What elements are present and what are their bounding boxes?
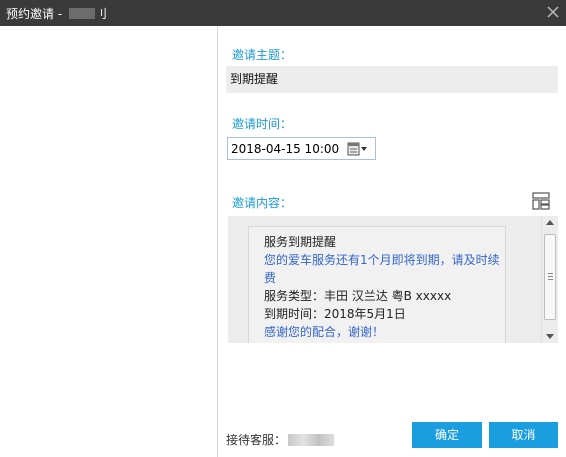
window-title-text: 预约邀请 - xyxy=(6,7,66,21)
scroll-down-arrow-icon[interactable] xyxy=(546,334,554,339)
content-label: 邀请内容： xyxy=(232,196,293,210)
scroll-up-arrow-icon[interactable] xyxy=(546,220,554,225)
time-value[interactable]: 2018-04-15 10:00 xyxy=(231,142,339,156)
agent-info: 接待客服： xyxy=(226,431,335,448)
message-heading: 服务到期提醒 xyxy=(264,235,337,249)
close-icon[interactable] xyxy=(544,3,562,21)
title-bar: 预约邀请 - 刂 xyxy=(0,0,566,26)
message-expiry: 到期时间：2018年5月1日 xyxy=(264,307,406,321)
contact-list-pane xyxy=(0,26,218,457)
content-editor[interactable]: 服务到期提醒 您的爱车服务还有1个月即将到期，请及时续费 服务类型：丰田 汉兰达… xyxy=(228,216,558,343)
redacted-name xyxy=(68,8,95,19)
time-picker[interactable]: 2018-04-15 10:00 xyxy=(227,137,376,160)
scroll-thumb[interactable] xyxy=(544,234,556,320)
template-icon[interactable] xyxy=(532,192,550,210)
calendar-dropdown-icon[interactable] xyxy=(347,142,369,156)
message-service-type: 服务类型：丰田 汉兰达 粤B xxxxx xyxy=(264,289,452,303)
agent-label: 接待客服： xyxy=(226,433,287,447)
window-title: 预约邀请 - 刂 xyxy=(6,5,107,22)
redacted-agent-name xyxy=(288,434,335,446)
message-thanks: 感谢您的配合，谢谢！ xyxy=(264,325,385,339)
subject-field[interactable]: 到期提醒 xyxy=(226,66,558,93)
window-title-suffix: 刂 xyxy=(94,7,107,21)
message-body: 您的爱车服务还有1个月即将到期，请及时续费 xyxy=(264,253,500,285)
content-scrollbar[interactable] xyxy=(541,216,558,343)
time-label: 邀请时间： xyxy=(232,117,293,131)
subject-label: 邀请主题： xyxy=(232,48,293,62)
message-preview: 服务到期提醒 您的爱车服务还有1个月即将到期，请及时续费 服务类型：丰田 汉兰达… xyxy=(248,226,506,343)
cancel-button[interactable]: 取消 xyxy=(489,422,558,448)
confirm-button[interactable]: 确定 xyxy=(412,422,482,448)
